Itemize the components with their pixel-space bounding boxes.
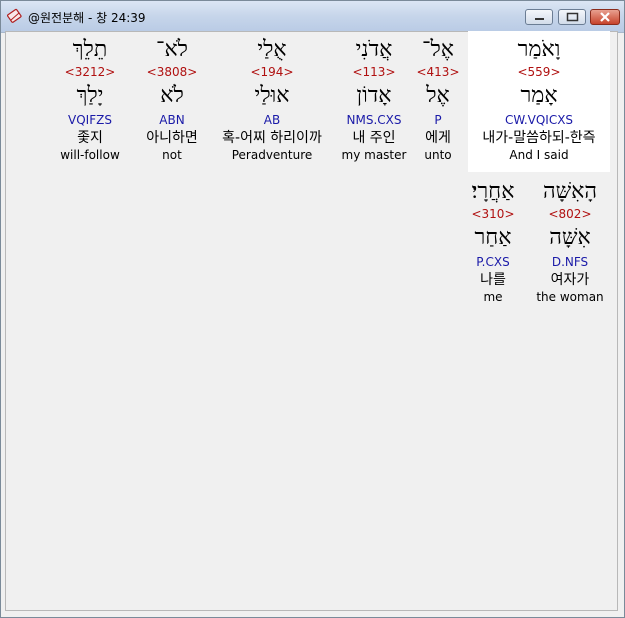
morph-code: CW.VQICXS bbox=[504, 113, 574, 127]
title-bar[interactable]: @원전분해 - 창 24:39 bbox=[1, 1, 624, 33]
english-gloss: Peradventure bbox=[231, 148, 313, 162]
morph-code: P bbox=[434, 113, 442, 127]
morph-code: D.NFS bbox=[551, 255, 589, 269]
hebrew-word[interactable]: אֶל־ bbox=[412, 36, 464, 64]
english-gloss: the woman bbox=[536, 290, 604, 304]
lemma-word: לֹא bbox=[160, 83, 184, 108]
close-button[interactable] bbox=[590, 9, 620, 25]
english-gloss: And I said bbox=[509, 148, 569, 162]
strong-number[interactable]: <802> bbox=[534, 206, 606, 222]
hebrew-word[interactable]: תֵלֵךְ bbox=[58, 36, 122, 64]
strong-number[interactable]: <559> bbox=[468, 64, 610, 80]
korean-gloss: 혹-어찌 하리이까 bbox=[222, 130, 322, 146]
strong-number[interactable]: <310> bbox=[462, 206, 524, 222]
morph-code: ABN bbox=[159, 113, 185, 127]
strong-number[interactable]: <194> bbox=[210, 64, 334, 80]
lemma-word: אַחַר bbox=[474, 225, 512, 250]
lemma-word: אִשָּׁה bbox=[549, 225, 591, 250]
word-card-8[interactable]: אַחֲרָי׃ <310> אַחַר P.CXS 나를 me bbox=[462, 178, 524, 304]
close-icon bbox=[600, 12, 610, 22]
minimize-icon bbox=[535, 18, 544, 20]
word-card-3[interactable]: אֲדֹנִי <113> אָדוֹן NMS.CXS 내 주인 my mas… bbox=[336, 36, 412, 162]
lemma-word: אָמַר bbox=[520, 83, 558, 108]
morph-code: AB bbox=[263, 113, 281, 127]
bible-app-icon[interactable] bbox=[7, 8, 23, 24]
english-gloss: will-follow bbox=[60, 148, 120, 162]
lemma-word: יָלַךְ bbox=[76, 83, 104, 108]
morph-code: NMS.CXS bbox=[346, 113, 402, 127]
korean-gloss: 내 주인 bbox=[352, 130, 396, 146]
hebrew-word[interactable]: אֻלַי bbox=[210, 36, 334, 64]
word-card-4[interactable]: אֻלַי <194> אוּלַי AB 혹-어찌 하리이까 Peradven… bbox=[210, 36, 334, 162]
korean-gloss: 아니하면 bbox=[146, 130, 198, 146]
hebrew-word[interactable]: לֹא־ bbox=[138, 36, 206, 64]
hebrew-word[interactable]: הָאִשָּׁה bbox=[534, 178, 606, 206]
strong-number[interactable]: <3212> bbox=[58, 64, 122, 80]
english-gloss: unto bbox=[424, 148, 452, 162]
korean-gloss: 여자가 bbox=[550, 272, 590, 288]
korean-gloss: 좇지 bbox=[77, 130, 103, 146]
english-gloss: me bbox=[483, 290, 503, 304]
window-title: @원전분해 - 창 24:39 bbox=[28, 11, 146, 25]
strong-number[interactable]: <413> bbox=[412, 64, 464, 80]
word-card-1[interactable]: וָאֹמַר <559> אָמַר CW.VQICXS 내가-말씀하되-한즉… bbox=[468, 36, 610, 162]
korean-gloss: 에게 bbox=[425, 130, 451, 146]
minimize-button[interactable] bbox=[525, 9, 553, 25]
hebrew-word[interactable]: אֲדֹנִי bbox=[336, 36, 412, 64]
english-gloss: not bbox=[162, 148, 182, 162]
english-gloss: my master bbox=[341, 148, 407, 162]
lemma-word: אוּלַי bbox=[254, 83, 290, 108]
korean-gloss: 내가-말씀하되-한즉 bbox=[482, 130, 596, 146]
korean-gloss: 나를 bbox=[480, 272, 506, 288]
morph-code: P.CXS bbox=[476, 255, 510, 269]
hebrew-word[interactable]: וָאֹמַר bbox=[468, 36, 610, 64]
lemma-word: אָדוֹן bbox=[356, 83, 392, 108]
morph-code: VQIFZS bbox=[68, 113, 112, 127]
maximize-button[interactable] bbox=[558, 9, 586, 25]
maximize-icon bbox=[566, 12, 579, 22]
strong-number[interactable]: <113> bbox=[336, 64, 412, 80]
strong-number[interactable]: <3808> bbox=[138, 64, 206, 80]
lemma-word: אֶל bbox=[426, 83, 450, 108]
hebrew-word[interactable]: אַחֲרָי׃ bbox=[462, 178, 524, 206]
word-card-6[interactable]: תֵלֵךְ <3212> יָלַךְ VQIFZS 좇지 will-foll… bbox=[58, 36, 122, 162]
word-card-5[interactable]: לֹא־ <3808> לֹא ABN 아니하면 not bbox=[138, 36, 206, 162]
word-card-7[interactable]: הָאִשָּׁה <802> אִשָּׁה D.NFS 여자가 the wo… bbox=[534, 178, 606, 304]
word-card-2[interactable]: אֶל־ <413> אֶל P 에게 unto bbox=[412, 36, 464, 162]
